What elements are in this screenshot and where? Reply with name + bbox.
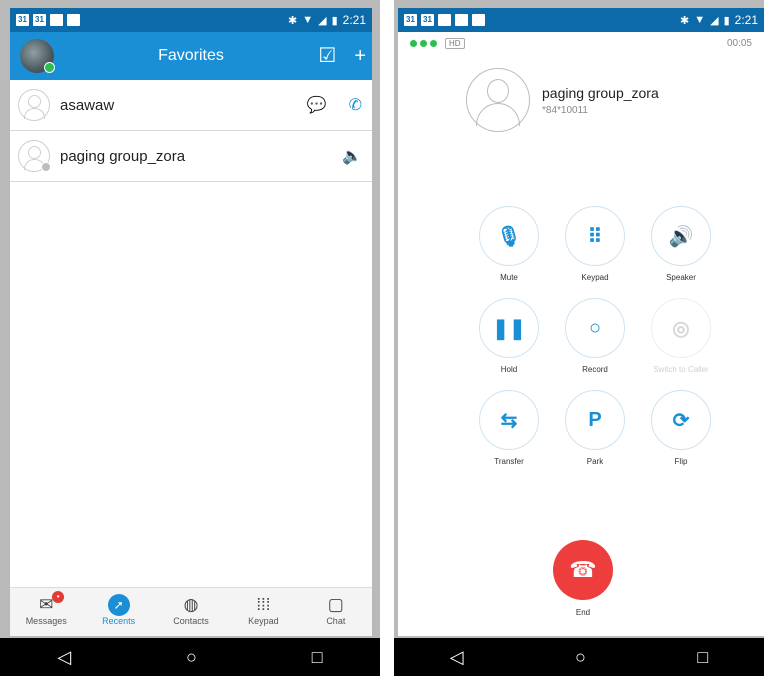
notification-icon — [472, 14, 485, 26]
chat-bubble-icon: ▢ — [327, 595, 344, 614]
contact-avatar-icon — [18, 140, 51, 172]
hold-label: Hold — [500, 365, 518, 374]
nav-label: Recents — [102, 616, 136, 626]
end-label: End — [575, 608, 591, 617]
system-navigation-bar: ◁ ○ □ — [0, 638, 380, 676]
recents-icon: ➚ — [107, 594, 130, 616]
switch-to-caller-label: Switch to Caller — [653, 365, 709, 374]
nav-messages[interactable]: ✉ • Messages — [10, 588, 82, 636]
wifi-icon: ▼ — [302, 14, 314, 26]
recent-apps-icon[interactable]: □ — [312, 647, 323, 668]
system-navigation-bar: ◁ ○ □ — [394, 638, 764, 676]
battery-icon: ▮ — [331, 14, 338, 27]
status-bar: 31 31 ✱ ▼ ◢ ▮ 2:21 — [10, 8, 372, 32]
app-bar: Favorites ☑ + — [10, 32, 372, 80]
clock: 2:21 — [342, 13, 366, 27]
switch-to-caller-button: ◎ — [651, 298, 711, 358]
recent-apps-icon[interactable]: □ — [697, 647, 708, 668]
chat-icon[interactable]: 💬 — [307, 95, 327, 115]
nav-label: Messages — [25, 616, 67, 626]
favorites-screen: 31 31 ✱ ▼ ◢ ▮ 2:21 Favorites ☑ + asawaw … — [10, 8, 372, 636]
call-phone: 31 31 ✱ ▼ ◢ ▮ 2:21 HD 00:05 paging group… — [394, 0, 764, 676]
keypad-icon: ⁞⁞⁞ — [256, 595, 271, 614]
record-button[interactable]: ○ — [565, 298, 625, 358]
nav-chat[interactable]: ▢ Chat — [300, 588, 372, 636]
signal-icon: ◢ — [710, 14, 719, 27]
hang-up-icon: ☎ — [569, 557, 597, 582]
hold-button[interactable]: ❚❚ — [479, 298, 539, 358]
call-controls: 🎙 Mute ⠿ Keypad 🔊 Speaker ❚❚ Hold ○ Record ◎ S… — [466, 206, 711, 466]
keypad-button[interactable]: ⠿ — [565, 206, 625, 266]
favorite-item[interactable]: asawaw 💬 ✆ — [10, 80, 372, 131]
bottom-navigation: ✉ • Messages ➚ Recents ◍ Contacts ⁞⁞⁞ Ke… — [10, 587, 372, 636]
home-icon[interactable]: ○ — [575, 647, 586, 668]
transfer-button[interactable]: ⇆ — [479, 390, 539, 450]
image-icon — [50, 14, 63, 26]
park-label: Park — [586, 457, 604, 466]
keypad-label: Keypad — [581, 273, 609, 282]
call-header: HD 00:05 — [398, 32, 764, 54]
battery-icon: ▮ — [723, 14, 730, 27]
nav-keypad[interactable]: ⁞⁞⁞ Keypad — [227, 588, 299, 636]
nav-contacts[interactable]: ◍ Contacts — [155, 588, 227, 636]
calendar-icon: 31 — [404, 14, 417, 26]
nav-label: Keypad — [248, 616, 279, 626]
calendar-icon: 31 — [16, 14, 29, 26]
back-icon[interactable]: ◁ — [57, 647, 71, 668]
mute-button[interactable]: 🎙 — [479, 206, 539, 266]
contacts-icon: ◍ — [183, 595, 199, 614]
calendar-icon: 31 — [33, 14, 46, 26]
image-icon — [455, 14, 468, 26]
calendar-icon: 31 — [421, 14, 434, 26]
bluetooth-icon: ✱ — [680, 14, 690, 27]
speaker-icon[interactable]: 🔈 — [342, 146, 362, 166]
speaker-label: Speaker — [666, 273, 696, 282]
notification-icon — [67, 14, 80, 26]
call-status-icon — [438, 14, 451, 26]
caller-avatar-icon — [466, 68, 530, 132]
favorite-item[interactable]: paging group_zora 🔈 — [10, 131, 372, 182]
nav-label: Chat — [326, 616, 346, 626]
contact-avatar-icon — [18, 89, 50, 121]
end-call-button[interactable]: ☎ — [553, 540, 613, 600]
plus-icon[interactable]: + — [354, 46, 366, 66]
caller-name: paging group_zora — [542, 84, 659, 101]
caller-number: *84*10011 — [542, 104, 588, 116]
transfer-label: Transfer — [494, 457, 524, 466]
phone-icon[interactable]: ✆ — [349, 95, 362, 115]
call-timer: 00:05 — [726, 37, 752, 49]
wifi-icon: ▼ — [694, 14, 706, 26]
speaker-button[interactable]: 🔊 — [651, 206, 711, 266]
park-button[interactable]: P — [565, 390, 625, 450]
signal-icon: ◢ — [318, 14, 327, 27]
record-label: Record — [582, 365, 608, 374]
presence-offline-indicator — [41, 162, 51, 172]
nav-label: Contacts — [173, 616, 209, 626]
hd-badge: HD — [445, 37, 465, 49]
call-screen: 31 31 ✱ ▼ ◢ ▮ 2:21 HD 00:05 paging group… — [398, 8, 764, 636]
bluetooth-icon: ✱ — [288, 14, 298, 27]
unread-badge: • — [52, 591, 65, 603]
back-icon[interactable]: ◁ — [450, 647, 464, 668]
flip-button[interactable]: ⟳ — [651, 390, 711, 450]
favorites-phone: 31 31 ✱ ▼ ◢ ▮ 2:21 Favorites ☑ + asawaw … — [0, 0, 380, 676]
call-quality-indicator — [410, 39, 437, 47]
flip-label: Flip — [674, 457, 688, 466]
mute-label: Mute — [500, 273, 518, 282]
caller-info: paging group_zora *84*10011 — [466, 68, 764, 132]
nav-recents[interactable]: ➚ Recents — [82, 588, 154, 636]
favorite-name: paging group_zora — [60, 147, 186, 165]
status-bar: 31 31 ✱ ▼ ◢ ▮ 2:21 — [398, 8, 764, 32]
edit-checkbox-icon[interactable]: ☑ — [318, 46, 336, 66]
favorite-name: asawaw — [60, 96, 115, 114]
home-icon[interactable]: ○ — [186, 647, 197, 668]
clock: 2:21 — [734, 13, 758, 27]
